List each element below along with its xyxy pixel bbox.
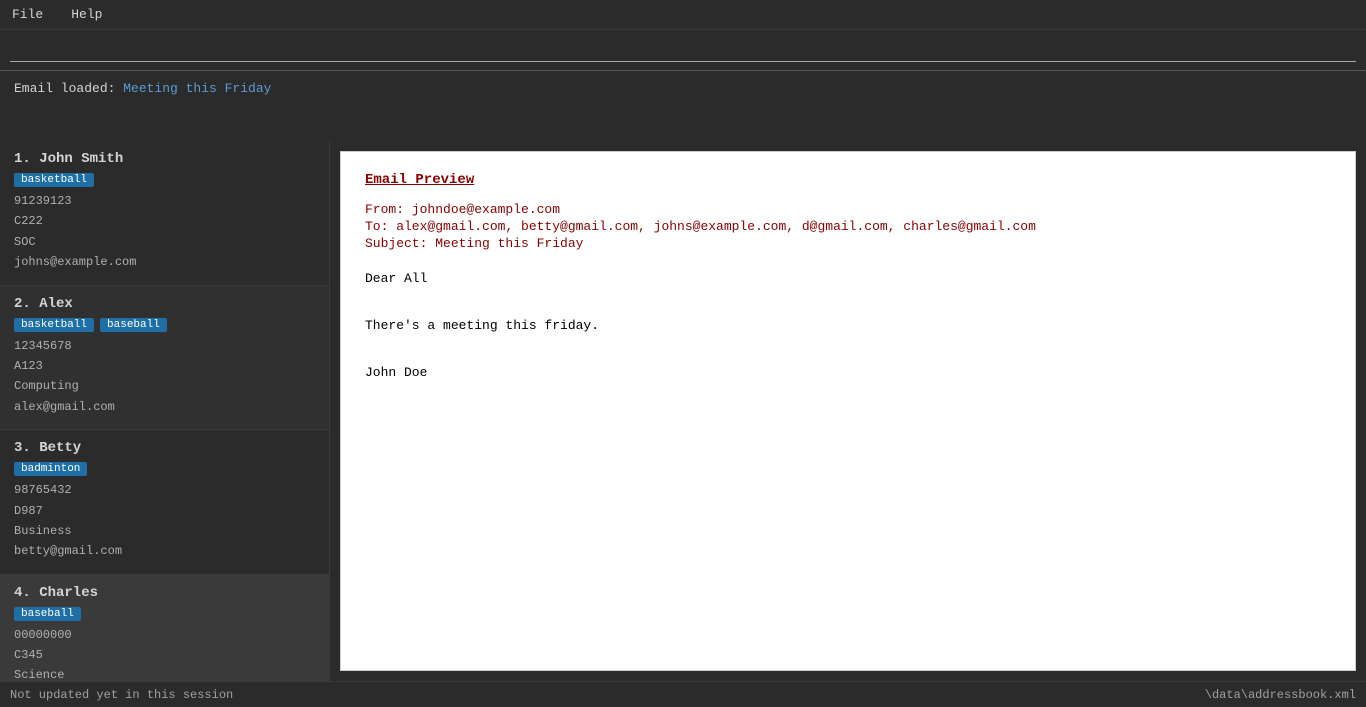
contact-card-alex[interactable]: 2. Alex basketball baseball 12345678A123Com…: [0, 286, 329, 431]
bottom-bar-left: Not updated yet in this session: [10, 688, 233, 702]
tag-baseball: baseball: [100, 318, 167, 332]
contact-card-betty[interactable]: 3. Betty badminton 98765432D987Businessbet…: [0, 430, 329, 575]
contact-tags: badminton: [14, 462, 315, 476]
tag-badminton: badminton: [14, 462, 87, 476]
contact-name: 1. John Smith: [14, 151, 315, 167]
tag-basketball: basketball: [14, 318, 94, 332]
contact-name: 2. Alex: [14, 296, 315, 312]
email-to: To: alex@gmail.com, betty@gmail.com, joh…: [365, 219, 1331, 234]
email-status: Email loaded: Meeting this Friday: [14, 81, 1352, 96]
email-status-label: Email loaded:: [14, 81, 123, 96]
contact-name: 3. Betty: [14, 440, 315, 456]
tag-basketball: basketball: [14, 173, 94, 187]
email-from: From: johndoe@example.com: [365, 202, 1331, 217]
contact-info: 00000000C345Science: [14, 625, 315, 681]
email-greeting: Dear All: [365, 267, 1331, 290]
contact-list[interactable]: 1. John Smith basketball 91239123C222SOCjo…: [0, 141, 330, 681]
email-status-value: Meeting this Friday: [123, 81, 271, 96]
bottom-bar: Not updated yet in this session \data\ad…: [0, 681, 1366, 707]
contact-info: 91239123C222SOCjohns@example.com: [14, 191, 315, 273]
search-input[interactable]: [10, 38, 1356, 62]
search-bar: [0, 30, 1366, 71]
email-signature: John Doe: [365, 361, 1331, 384]
tag-baseball: baseball: [14, 607, 81, 621]
contact-name: 4. Charles: [14, 585, 315, 601]
contact-tags: basketball: [14, 173, 315, 187]
contact-info: 98765432D987Businessbetty@gmail.com: [14, 480, 315, 562]
status-area: Email loaded: Meeting this Friday: [0, 71, 1366, 141]
contact-info: 12345678A123Computingalex@gmail.com: [14, 336, 315, 418]
contact-tags: basketball baseball: [14, 318, 315, 332]
email-preview-title: Email Preview: [365, 172, 1331, 188]
menu-help[interactable]: Help: [67, 5, 106, 24]
menu-bar: File Help: [0, 0, 1366, 30]
email-body: Dear All There's a meeting this friday. …: [365, 267, 1331, 384]
menu-file[interactable]: File: [8, 5, 47, 24]
email-preview-panel: Email Preview From: johndoe@example.com …: [340, 151, 1356, 671]
email-body-text: There's a meeting this friday.: [365, 314, 1331, 337]
main-content: 1. John Smith basketball 91239123C222SOCjo…: [0, 141, 1366, 681]
contact-card-charles[interactable]: 4. Charles baseball 00000000C345Science: [0, 575, 329, 681]
contact-card-john smith[interactable]: 1. John Smith basketball 91239123C222SOCjo…: [0, 141, 329, 286]
email-subject: Subject: Meeting this Friday: [365, 236, 1331, 251]
bottom-bar-right: \data\addressbook.xml: [1205, 688, 1356, 702]
contact-tags: baseball: [14, 607, 315, 621]
